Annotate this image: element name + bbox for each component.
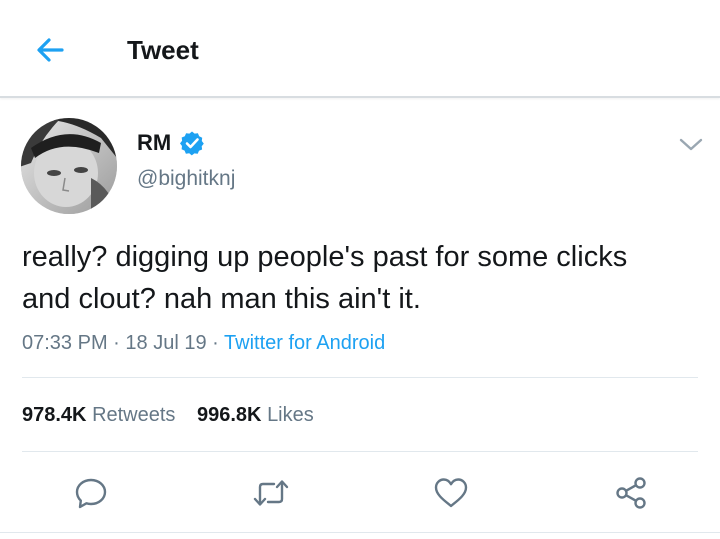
tweet-stats: 978.4K Retweets 996.8K Likes [22,402,314,428]
author-handle[interactable]: @bighitknj [137,166,235,192]
back-button[interactable] [30,30,70,70]
tweet-date: 18 Jul 19 [125,332,207,354]
likes-label: Likes [267,404,314,426]
likes-count: 996.8K [197,404,262,426]
avatar[interactable] [21,118,117,214]
like-button[interactable] [432,474,470,512]
author-name-row[interactable]: RM [137,128,205,158]
page-title: Tweet [127,35,199,65]
retweets-stat[interactable]: 978.4K Retweets [22,402,175,428]
retweet-button[interactable] [252,474,290,512]
avatar-photo [21,118,117,214]
divider [22,451,698,452]
retweets-count: 978.4K [22,404,87,426]
divider [22,377,698,378]
retweet-icon [253,480,289,506]
meta-separator: · [212,332,219,354]
share-button[interactable] [612,474,650,512]
tweet-time: 07:33 PM [22,332,108,354]
more-options-button[interactable] [676,132,706,158]
arrow-left-icon [37,38,64,62]
reply-button[interactable] [72,474,110,512]
likes-stat[interactable]: 996.8K Likes [197,402,314,428]
like-icon [434,478,468,508]
display-name: RM [137,130,172,155]
meta-separator: · [113,332,120,354]
action-bar [0,468,720,514]
verified-badge-icon [179,130,205,156]
divider [0,532,720,533]
share-icon [616,477,646,509]
top-bar: Tweet [0,0,720,98]
retweets-label: Retweets [92,404,176,426]
tweet-source-link[interactable]: Twitter for Android [224,332,385,354]
tweet-text: really? digging up people's past for som… [22,241,628,315]
tweet-meta: 07:33 PM · 18 Jul 19 · Twitter for Andro… [22,330,385,356]
chevron-down-icon [679,138,703,151]
reply-icon [75,478,107,509]
